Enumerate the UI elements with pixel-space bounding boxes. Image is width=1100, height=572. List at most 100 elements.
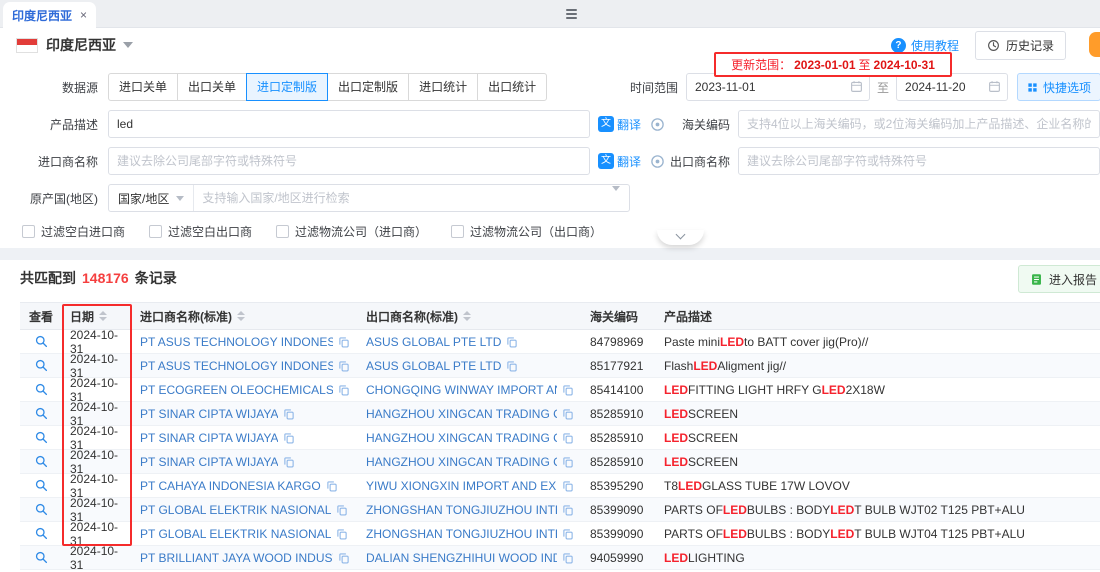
exporter-name-label: 出口商名称: [592, 153, 730, 170]
chevron-down-icon[interactable]: [603, 191, 629, 205]
exporter-link[interactable]: HANGZHOU XINGCAN TRADING CO LTD: [366, 455, 557, 469]
importer-link[interactable]: PT SINAR CIPTA WIJAYA: [140, 407, 278, 421]
exporter-link[interactable]: ZHONGSHAN TONGJIUZHOU INTERNA...: [366, 527, 557, 541]
importer-link[interactable]: PT SINAR CIPTA WIJAYA: [140, 431, 278, 445]
datasource-tab[interactable]: 进口关单: [108, 73, 178, 101]
enter-report-label: 进入报告: [1049, 271, 1097, 288]
view-detail-button[interactable]: [35, 455, 48, 468]
view-detail-button[interactable]: [35, 479, 48, 492]
view-detail-button[interactable]: [35, 431, 48, 444]
checkbox-icon[interactable]: [22, 225, 35, 238]
highlighted-term: LED: [678, 479, 702, 493]
table-header-cell[interactable]: 日期: [62, 308, 132, 325]
filter-checkbox[interactable]: 过滤空白出口商: [149, 223, 252, 240]
sort-icon[interactable]: [237, 311, 245, 321]
copy-icon[interactable]: [283, 456, 295, 468]
copy-icon[interactable]: [283, 432, 295, 444]
copy-icon[interactable]: [562, 384, 574, 396]
exporter-link[interactable]: ASUS GLOBAL PTE LTD: [366, 335, 501, 349]
floating-side-button[interactable]: [1089, 32, 1100, 57]
datasource-tab[interactable]: 出口定制版: [327, 73, 409, 101]
view-detail-button[interactable]: [35, 383, 48, 396]
copy-icon[interactable]: [506, 336, 518, 348]
checkbox-icon[interactable]: [149, 225, 162, 238]
hs-code-input[interactable]: [738, 110, 1100, 138]
history-button[interactable]: 历史记录: [975, 31, 1066, 60]
origin-search-input[interactable]: [194, 185, 603, 211]
view-detail-button[interactable]: [35, 335, 48, 348]
importer-name-input[interactable]: [108, 147, 590, 175]
copy-icon[interactable]: [336, 504, 348, 516]
copy-icon[interactable]: [562, 432, 574, 444]
importer-link[interactable]: PT GLOBAL ELEKTRIK NASIONAL: [140, 503, 331, 517]
view-detail-button[interactable]: [35, 527, 48, 540]
exporter-name-input[interactable]: [738, 147, 1100, 175]
view-detail-button[interactable]: [35, 407, 48, 420]
checkbox-icon[interactable]: [451, 225, 464, 238]
sort-icon[interactable]: [463, 311, 471, 321]
tutorial-link[interactable]: ? 使用教程: [891, 37, 959, 54]
origin-country-select[interactable]: 国家/地区: [109, 185, 194, 211]
browser-list-icon[interactable]: [566, 9, 577, 19]
tab-close-icon[interactable]: ×: [80, 9, 87, 21]
table-row: 2024-10-31PT SINAR CIPTA WIJAYAHANGZHOU …: [20, 450, 1100, 474]
copy-icon[interactable]: [338, 336, 350, 348]
view-detail-button[interactable]: [35, 359, 48, 372]
calendar-icon: [988, 80, 1001, 93]
filter-checkboxes: 过滤空白进口商 过滤空白出口商 过滤物流公司（进口商） 过滤物流公司（出口商）: [0, 221, 1100, 241]
datasource-tab[interactable]: 进口统计: [408, 73, 478, 101]
datasource-tab[interactable]: 出口统计: [477, 73, 547, 101]
datasource-tab[interactable]: 出口关单: [177, 73, 247, 101]
copy-icon[interactable]: [326, 480, 338, 492]
copy-icon[interactable]: [283, 408, 295, 420]
exporter-link[interactable]: DALIAN SHENGZHIHUI WOOD INDUST...: [366, 551, 557, 565]
quick-options-button[interactable]: 快捷选项: [1017, 73, 1100, 101]
product-desc-input[interactable]: [108, 110, 590, 138]
checkbox-icon[interactable]: [276, 225, 289, 238]
copy-icon[interactable]: [562, 528, 574, 540]
filter-checkbox[interactable]: 过滤物流公司（出口商）: [451, 223, 602, 240]
importer-link[interactable]: PT CAHAYA INDONESIA KARGO: [140, 479, 321, 493]
view-detail-button[interactable]: [35, 551, 48, 564]
filter-label: 过滤物流公司（进口商）: [295, 223, 427, 240]
importer-link[interactable]: PT SINAR CIPTA WIJAYA: [140, 455, 278, 469]
table-header: 查看日期进口商名称(标准)出口商名称(标准)海关编码产品描述: [20, 302, 1100, 330]
copy-icon[interactable]: [338, 360, 350, 372]
table-header-cell[interactable]: 出口商名称(标准): [358, 308, 582, 325]
chevron-down-icon[interactable]: [123, 42, 133, 48]
importer-link[interactable]: PT ASUS TECHNOLOGY INDONESIA BA...: [140, 359, 333, 373]
copy-icon[interactable]: [506, 360, 518, 372]
view-detail-button[interactable]: [35, 503, 48, 516]
filter-checkbox[interactable]: 过滤物流公司（进口商）: [276, 223, 427, 240]
copy-icon[interactable]: [562, 552, 574, 564]
copy-icon[interactable]: [336, 528, 348, 540]
copy-icon[interactable]: [338, 384, 350, 396]
date-start-input[interactable]: [686, 73, 870, 101]
copy-icon[interactable]: [562, 456, 574, 468]
exporter-link[interactable]: HANGZHOU XINGCAN TRADING CO LTD: [366, 431, 557, 445]
browser-tab[interactable]: 印度尼西亚 ×: [3, 2, 96, 28]
exporter-link[interactable]: YIWU XIONGXIN IMPORT AND EXPORT...: [366, 479, 557, 493]
exporter-link[interactable]: HANGZHOU XINGCAN TRADING CO LTD: [366, 407, 557, 421]
table-header-cell[interactable]: 进口商名称(标准): [132, 308, 358, 325]
importer-link[interactable]: PT BRILLIANT JAYA WOOD INDUSTRY: [140, 551, 333, 565]
importer-link[interactable]: PT GLOBAL ELEKTRIK NASIONAL: [140, 527, 331, 541]
copy-icon[interactable]: [562, 504, 574, 516]
table-row: 2024-10-31PT ASUS TECHNOLOGY INDONESIA B…: [20, 330, 1100, 354]
highlighted-term: LED: [723, 527, 747, 541]
exporter-link[interactable]: ZHONGSHAN TONGJIUZHOU INTERNA...: [366, 503, 557, 517]
highlighted-term: LED: [664, 407, 688, 421]
enter-report-button[interactable]: 进入报告: [1018, 265, 1100, 293]
datasource-tab[interactable]: 进口定制版: [246, 73, 328, 101]
exporter-link[interactable]: ASUS GLOBAL PTE LTD: [366, 359, 501, 373]
filter-checkbox[interactable]: 过滤空白进口商: [22, 223, 125, 240]
exporter-link[interactable]: CHONGQING WINWAY IMPORT AND E...: [366, 383, 557, 397]
importer-link[interactable]: PT ECOGREEN OLEOCHEMICALS: [140, 383, 333, 397]
copy-icon[interactable]: [562, 408, 574, 420]
country-selector-label[interactable]: 印度尼西亚: [46, 35, 116, 55]
copy-icon[interactable]: [338, 552, 350, 564]
sort-icon[interactable]: [99, 311, 107, 321]
importer-link[interactable]: PT ASUS TECHNOLOGY INDONESIA BA...: [140, 335, 333, 349]
highlighted-term: LED: [664, 551, 688, 565]
copy-icon[interactable]: [562, 480, 574, 492]
